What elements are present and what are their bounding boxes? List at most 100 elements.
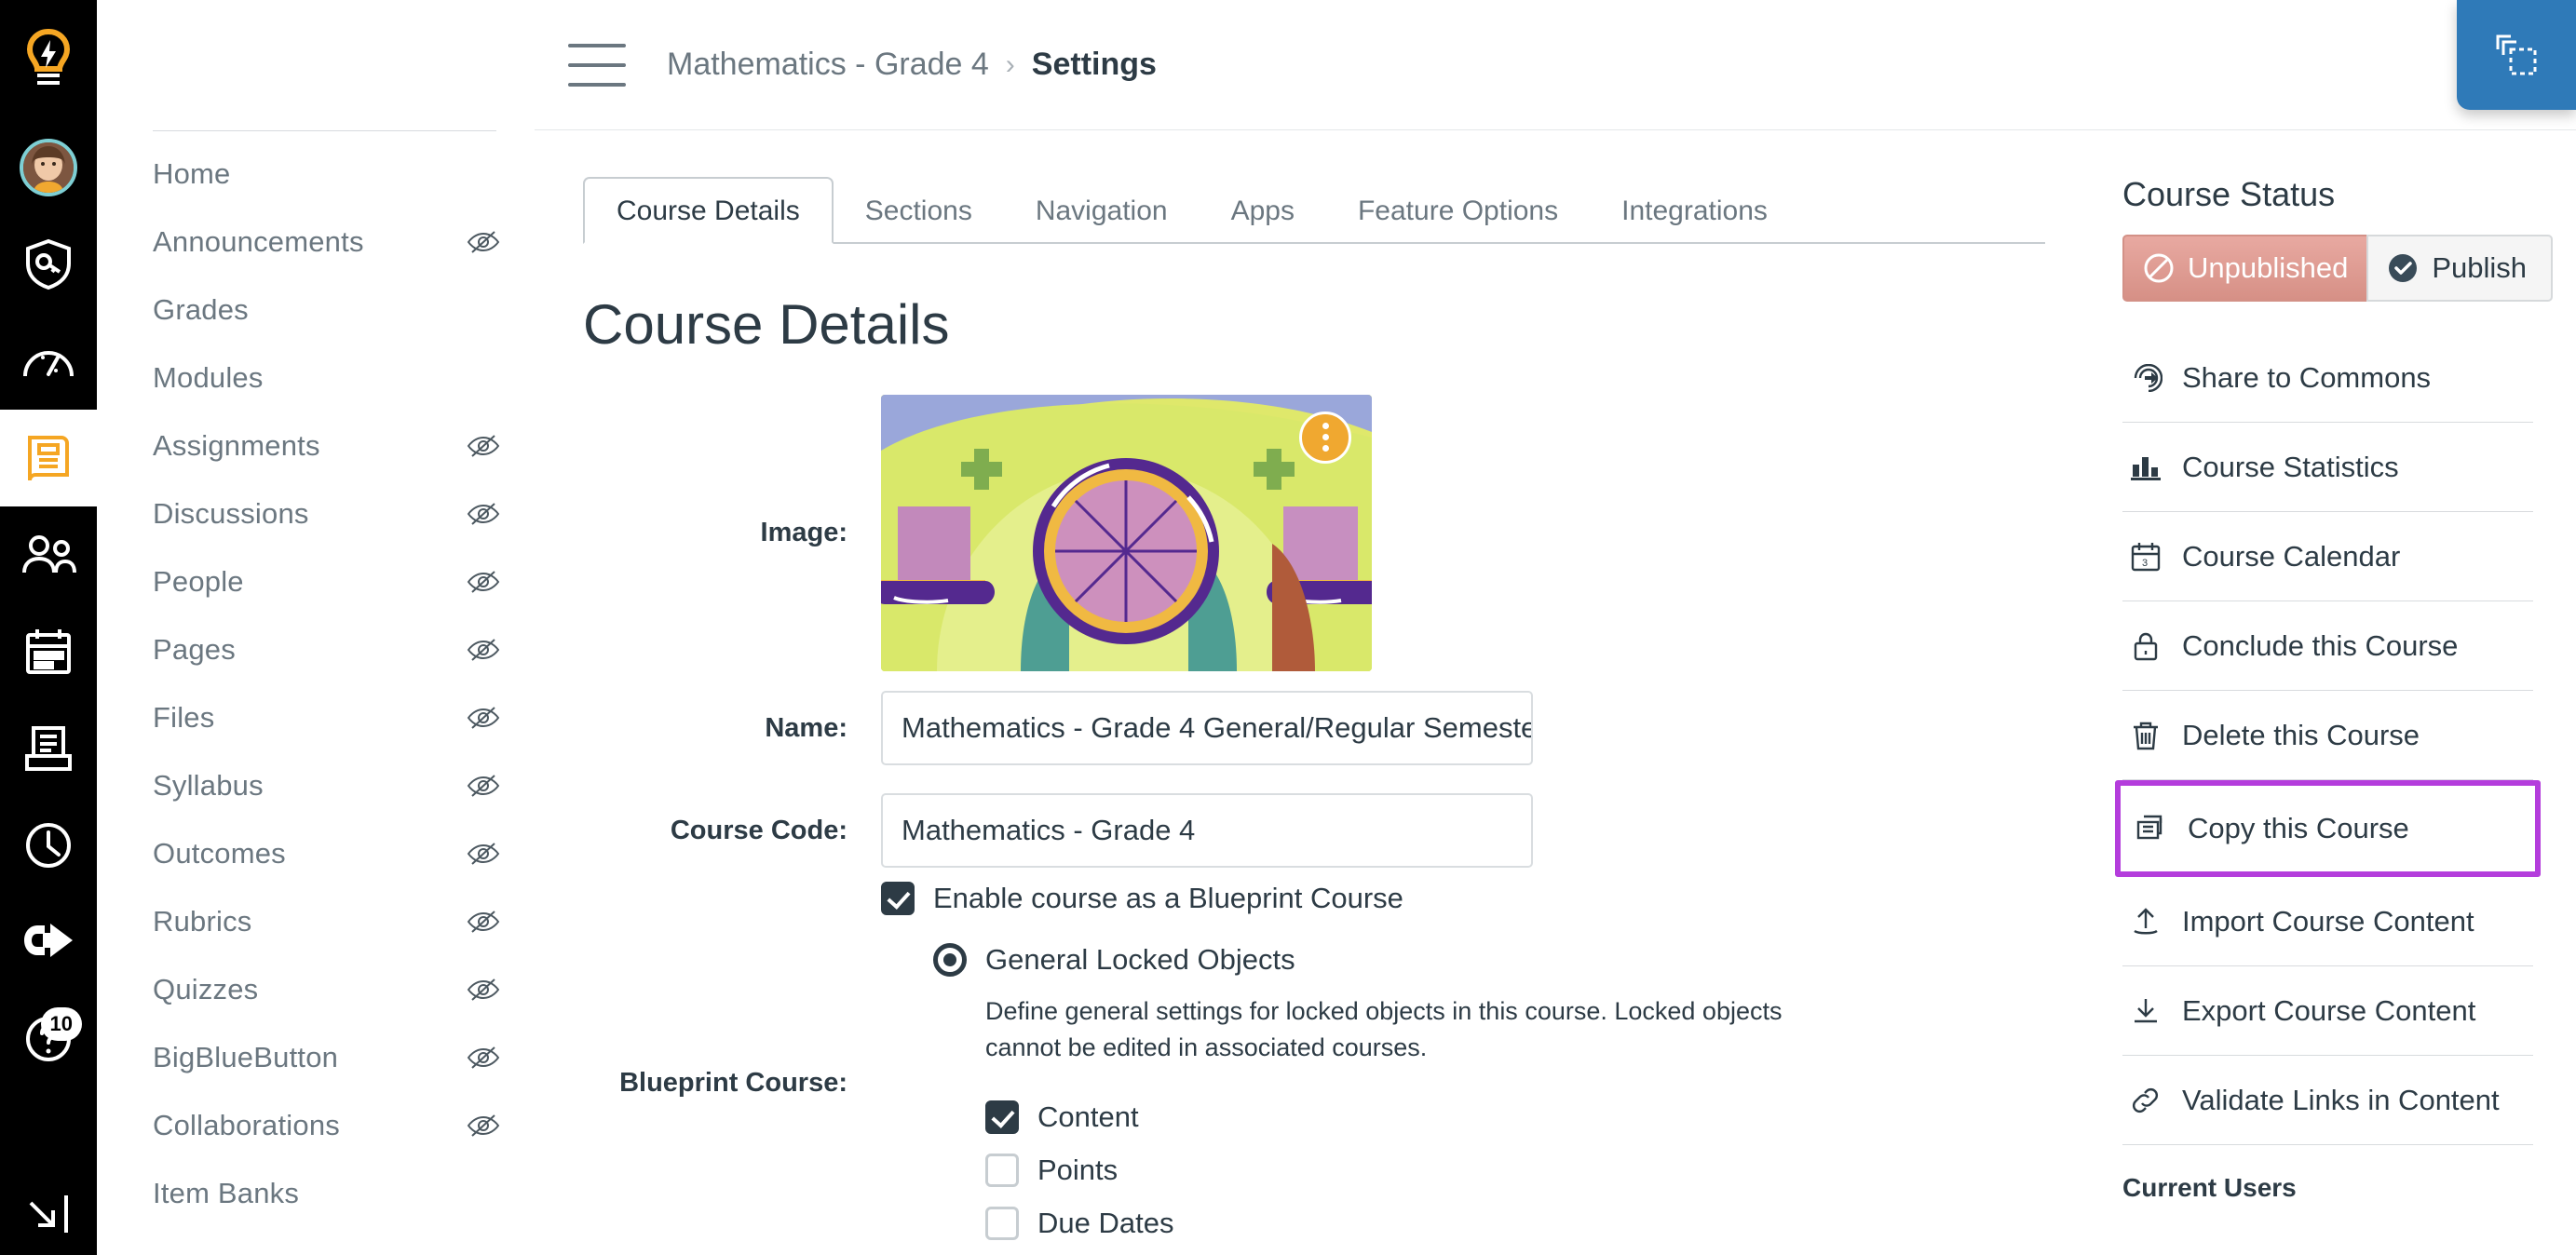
- no-entry-icon: [2144, 253, 2174, 283]
- hidden-eye-icon: [465, 563, 502, 601]
- general-locked-objects-radio[interactable]: [933, 943, 967, 977]
- shield-key-icon: [26, 238, 71, 290]
- help-badge: 10: [40, 1007, 82, 1041]
- lightbulb-icon: [26, 29, 71, 85]
- general-locked-objects-row[interactable]: General Locked Objects: [933, 943, 2045, 977]
- trash-icon: [2128, 720, 2163, 751]
- sidebar-item-modules[interactable]: Modules: [97, 344, 534, 412]
- blueprint-enable-label: Enable course as a Blueprint Course: [933, 882, 1403, 914]
- lock-icon: [2128, 630, 2163, 662]
- history-nav-item[interactable]: [0, 797, 97, 894]
- dashboard-nav-item[interactable]: [0, 313, 97, 410]
- tab-course-details[interactable]: Course Details: [583, 177, 834, 244]
- course-image[interactable]: [881, 394, 1372, 671]
- sidebar-item-quizzes[interactable]: Quizzes: [97, 955, 534, 1023]
- breadcrumb-current[interactable]: Settings: [1032, 47, 1157, 83]
- link-icon: [2128, 1086, 2163, 1115]
- sidebar-item-files[interactable]: Files: [97, 683, 534, 751]
- sidebar-item-home[interactable]: Home: [97, 140, 534, 208]
- sidebar-link-share-to-commons[interactable]: Share to Commons: [2122, 333, 2533, 423]
- general-locked-objects-help: Define general settings for locked objec…: [985, 997, 1783, 1062]
- groups-nav-item[interactable]: [0, 506, 97, 603]
- sidebar-link-course-statistics[interactable]: Course Statistics: [2122, 423, 2533, 512]
- sidebar-item-assignments[interactable]: Assignments: [97, 412, 534, 479]
- content-label: Content: [1037, 1100, 1139, 1133]
- name-row: Name: Mathematics - Grade 4 General/Regu…: [583, 677, 2045, 779]
- sidebar-item-label: People: [153, 564, 244, 598]
- calendar-nav-item[interactable]: [0, 603, 97, 700]
- content-checkbox[interactable]: [985, 1100, 1019, 1134]
- logout-arrow-icon: [24, 924, 73, 957]
- book-icon: [28, 436, 69, 481]
- tab-integrations[interactable]: Integrations: [1590, 179, 1799, 242]
- hidden-eye-icon: [465, 903, 502, 940]
- sidebar-item-announcements[interactable]: Announcements: [97, 208, 534, 276]
- unpublished-button[interactable]: Unpublished: [2122, 235, 2367, 302]
- dashboard-logo[interactable]: [0, 0, 97, 119]
- sidebar-item-label: BigBlueButton: [153, 1040, 339, 1073]
- sidebar-item-rubrics[interactable]: Rubrics: [97, 887, 534, 955]
- global-nav-collapse-button[interactable]: [25, 1171, 72, 1255]
- tab-navigation[interactable]: Navigation: [1004, 179, 1200, 242]
- hidden-eye-icon: [465, 223, 502, 261]
- download-icon: [2128, 996, 2163, 1026]
- name-control: Mathematics - Grade 4 General/Regular Se…: [881, 691, 2045, 765]
- sidebar-item-label: Collaborations: [153, 1108, 340, 1141]
- commons-nav-item[interactable]: [0, 894, 97, 991]
- sidebar-item-collaborations[interactable]: Collaborations: [97, 1091, 534, 1159]
- kebab-menu-icon[interactable]: [1299, 411, 1351, 464]
- sidebar-link-delete-this-course[interactable]: Delete this Course: [2122, 691, 2533, 780]
- hidden-eye-icon: [465, 971, 502, 1008]
- current-users-title: Current Users: [2122, 1173, 2297, 1202]
- course-nav-list: Home Announcements Grades Modules Assign…: [97, 140, 534, 1227]
- breadcrumb-course[interactable]: Mathematics - Grade 4: [667, 47, 989, 83]
- course-code-input[interactable]: Mathematics - Grade 4: [881, 793, 1533, 868]
- sidebar-link-course-calendar[interactable]: 3 Course Calendar: [2122, 512, 2533, 601]
- check-circle-icon: [2389, 254, 2418, 282]
- locked-option-points[interactable]: Points: [985, 1143, 2045, 1196]
- people-icon: [22, 535, 76, 574]
- tab-sections[interactable]: Sections: [834, 179, 1004, 242]
- sidebar-link-validate-links-in-content[interactable]: Validate Links in Content: [2122, 1056, 2533, 1145]
- course-name-input[interactable]: Mathematics - Grade 4 General/Regular Se…: [881, 691, 1533, 765]
- locked-option-due-dates[interactable]: Due Dates: [985, 1196, 2045, 1249]
- tab-apps[interactable]: Apps: [1200, 179, 1326, 242]
- sidebar-link-conclude-this-course[interactable]: Conclude this Course: [2122, 601, 2533, 691]
- account-nav-item[interactable]: [0, 119, 97, 216]
- hidden-eye-icon: [465, 699, 502, 736]
- upload-icon: [2128, 907, 2163, 937]
- image-row: Image:: [583, 388, 2045, 677]
- inbox-nav-item[interactable]: [0, 700, 97, 797]
- sidebar-item-pages[interactable]: Pages: [97, 615, 534, 683]
- points-checkbox[interactable]: [985, 1153, 1019, 1187]
- hidden-eye-icon: [465, 427, 502, 465]
- sidebar-link-export-course-content[interactable]: Export Course Content: [2122, 966, 2533, 1056]
- sidebar-item-people[interactable]: People: [97, 547, 534, 615]
- due-dates-checkbox[interactable]: [985, 1206, 1019, 1240]
- courses-nav-item[interactable]: [0, 410, 97, 506]
- screenshot-tool-button[interactable]: [2457, 0, 2576, 110]
- sidebar-item-grades[interactable]: Grades: [97, 276, 534, 344]
- sidebar-link-import-course-content[interactable]: Import Course Content: [2122, 877, 2533, 966]
- sidebar-item-label: Files: [153, 700, 215, 734]
- sidebar-item-bigbluebutton[interactable]: BigBlueButton: [97, 1023, 534, 1091]
- sidebar-item-item-banks[interactable]: Item Banks: [97, 1159, 534, 1227]
- sidebar-link-label: Copy this Course: [2188, 812, 2409, 844]
- help-nav-item[interactable]: 10: [0, 991, 97, 1087]
- sidebar-link-copy-this-course[interactable]: Copy this Course: [2115, 780, 2541, 877]
- blueprint-enable-row[interactable]: Enable course as a Blueprint Course: [881, 882, 2045, 915]
- blueprint-enable-checkbox[interactable]: [881, 882, 915, 915]
- sidebar-item-discussions[interactable]: Discussions: [97, 479, 534, 547]
- calendar-icon: 3: [2128, 541, 2163, 573]
- hidden-eye-icon: [465, 1107, 502, 1144]
- publish-button[interactable]: Publish: [2366, 235, 2554, 302]
- hamburger-icon[interactable]: [568, 43, 626, 87]
- tab-feature-options[interactable]: Feature Options: [1326, 179, 1590, 242]
- sidebar-item-syllabus[interactable]: Syllabus: [97, 751, 534, 819]
- locked-option-content[interactable]: Content: [985, 1090, 2045, 1143]
- blueprint-row: Blueprint Course: Enable course as a Blu…: [583, 882, 2045, 1249]
- sidebar-item-outcomes[interactable]: Outcomes: [97, 819, 534, 887]
- admin-nav-item[interactable]: [0, 216, 97, 313]
- sidebar-link-label: Course Calendar: [2182, 539, 2401, 573]
- blueprint-control: Enable course as a Blueprint Course Gene…: [881, 882, 2045, 1249]
